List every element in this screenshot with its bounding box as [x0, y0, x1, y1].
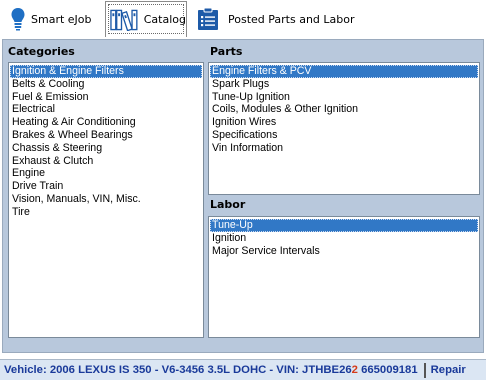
tab-label: Smart eJob: [31, 12, 92, 26]
parts-list-item[interactable]: Engine Filters & PCV: [210, 65, 478, 78]
status-bar: Vehicle: 2006 LEXUS IS 350 - V6-3456 3.5…: [0, 359, 486, 380]
lightbulb-icon: [11, 8, 25, 31]
parts-list-item[interactable]: Ignition Wires: [210, 116, 478, 129]
tab-label: Catalog: [143, 13, 186, 26]
category-list-item[interactable]: Tire: [10, 206, 202, 219]
status-divider: [423, 362, 426, 378]
parts-list-item[interactable]: Spark Plugs: [210, 78, 478, 91]
category-list-item[interactable]: Fuel & Emission: [10, 91, 202, 104]
category-list-item[interactable]: Vision, Manuals, VIN, Misc.: [10, 193, 202, 206]
category-list-item[interactable]: Heating & Air Conditioning: [10, 116, 202, 129]
parts-list-item[interactable]: Tune-Up Ignition: [210, 91, 478, 104]
repair-mode-label[interactable]: Repair: [431, 364, 466, 376]
parts-listbox[interactable]: Engine Filters & PCV Spark Plugs Tune-Up I…: [208, 62, 480, 195]
labor-listbox[interactable]: Tune-Up Ignition Major Service Intervals: [208, 216, 480, 338]
category-list-item[interactable]: Exhaust & Clutch: [10, 155, 202, 168]
vehicle-suffix: 665009181: [357, 364, 418, 376]
tab-smart-ejob[interactable]: Smart eJob: [0, 1, 104, 37]
labor-list-item[interactable]: Ignition: [210, 232, 478, 245]
labor-list-item[interactable]: Major Service Intervals: [210, 245, 478, 258]
books-icon: [110, 9, 138, 31]
category-list-item[interactable]: Belts & Cooling: [10, 78, 202, 91]
parts-list-item[interactable]: Vin Information: [210, 142, 478, 155]
category-list-item[interactable]: Brakes & Wheel Bearings: [10, 129, 202, 142]
toolbar: Smart eJob Catalog Posted Parts and Labo…: [0, 0, 486, 38]
tab-label: Posted Parts and Labor: [228, 12, 355, 26]
categories-listbox[interactable]: Ignition & Engine Filters Belts & Cooling…: [8, 62, 204, 338]
vehicle-prefix: Vehicle: 2006 LEXUS IS 350 - V6-3456 3.5…: [4, 364, 352, 376]
category-list-item[interactable]: Electrical: [10, 103, 202, 116]
tab-catalog[interactable]: Catalog: [105, 1, 187, 37]
categories-title: Categories: [8, 45, 75, 58]
tab-posted-parts-and-labor[interactable]: Posted Parts and Labor: [191, 1, 361, 37]
clipboard-list-icon: [198, 7, 218, 30]
category-list-item[interactable]: Ignition & Engine Filters: [10, 65, 202, 78]
category-list-item[interactable]: Drive Train: [10, 180, 202, 193]
category-list-item[interactable]: Engine: [10, 167, 202, 180]
parts-list-item[interactable]: Coils, Modules & Other Ignition: [210, 103, 478, 116]
vehicle-info: Vehicle: 2006 LEXUS IS 350 - V6-3456 3.5…: [4, 364, 418, 376]
labor-list-item[interactable]: Tune-Up: [210, 219, 478, 232]
category-list-item[interactable]: Chassis & Steering: [10, 142, 202, 155]
parts-title: Parts: [210, 45, 243, 58]
catalog-panel: Categories Ignition & Engine Filters Belt…: [2, 39, 484, 353]
parts-list-item[interactable]: Specifications: [210, 129, 478, 142]
labor-title: Labor: [210, 198, 246, 211]
